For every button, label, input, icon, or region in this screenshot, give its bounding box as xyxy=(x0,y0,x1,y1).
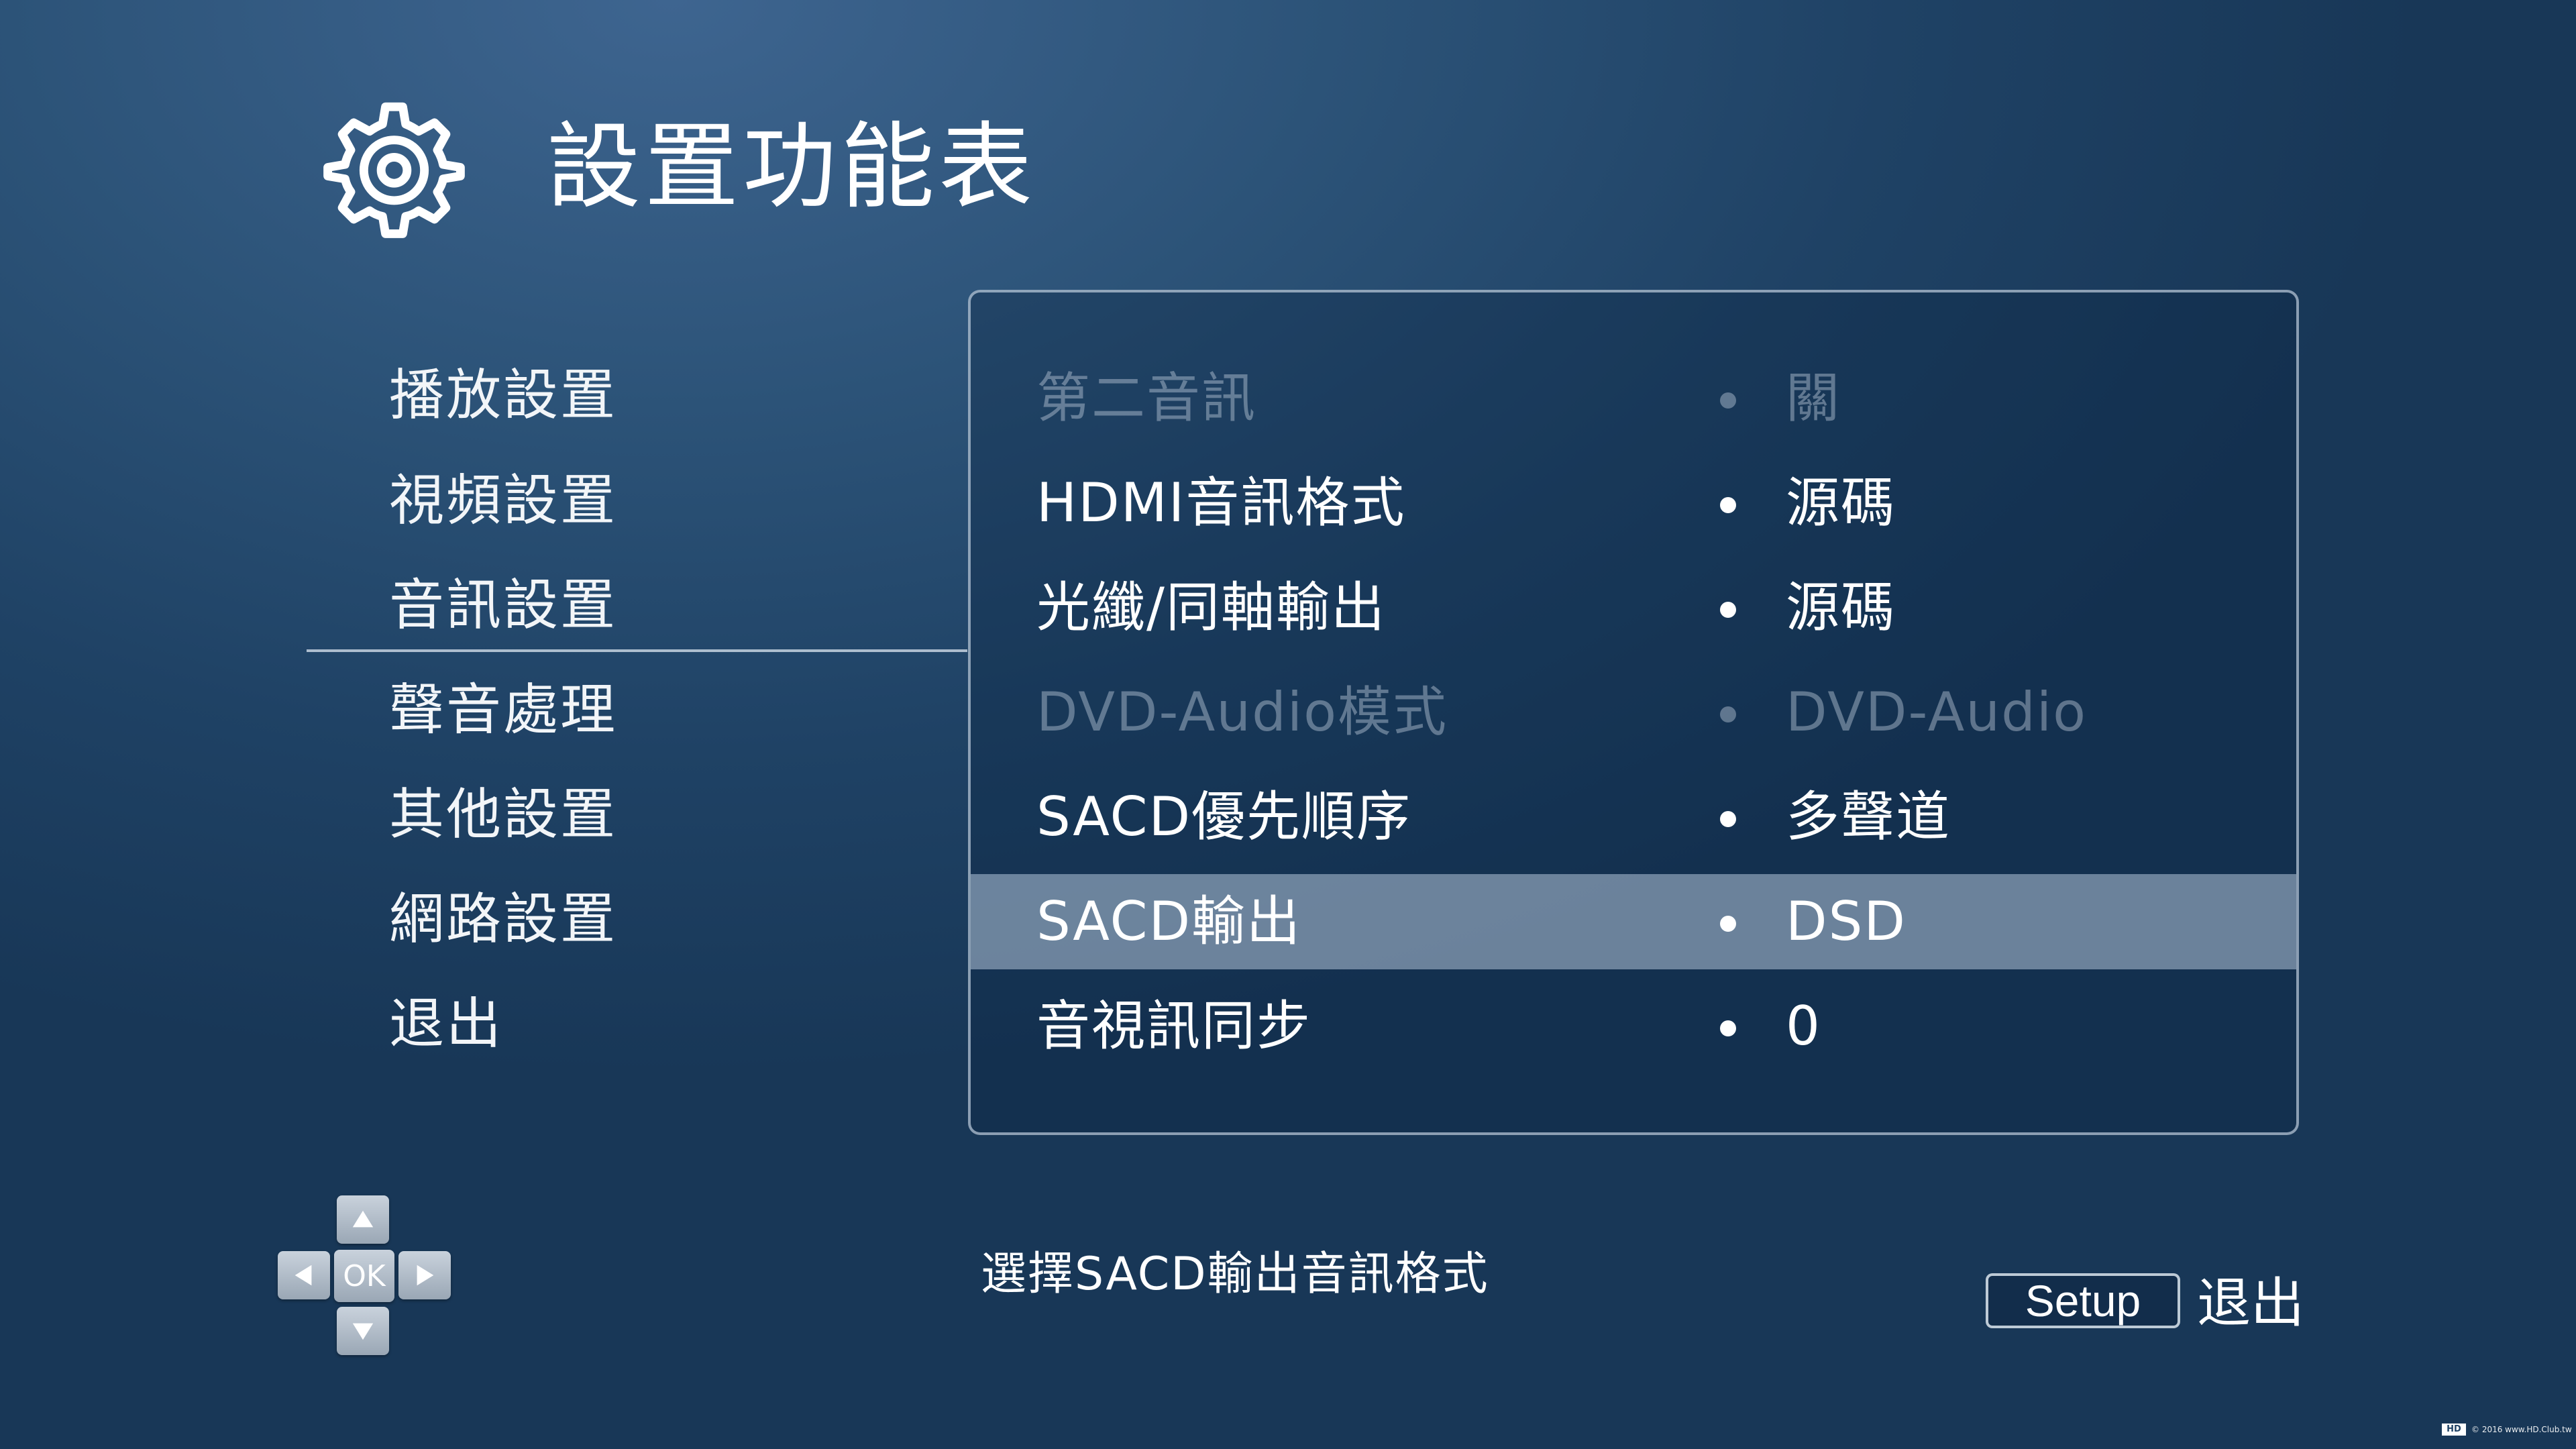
setting-row-sacd-priority[interactable]: SACD優先順序 多聲道 xyxy=(971,769,2296,865)
bullet-icon xyxy=(1720,497,1736,513)
setting-row-dvd-audio-mode[interactable]: DVD-Audio模式 DVD-Audio xyxy=(971,665,2296,760)
setting-label: 光纖/同軸輸出 xyxy=(1036,576,1386,639)
setting-value: 關 xyxy=(1786,367,1841,429)
watermark: HD © 2016 www.HD.Club.tw xyxy=(2442,1424,2572,1436)
menu-item-video[interactable]: 視頻設置 xyxy=(389,464,617,538)
dpad-ok-button[interactable]: OK xyxy=(334,1250,394,1302)
setting-row-hdmi-audio-format[interactable]: HDMI音訊格式 源碼 xyxy=(971,455,2296,551)
menu-item-audio[interactable]: 音訊設置 xyxy=(389,569,617,643)
page-title: 設置功能表 xyxy=(547,113,1037,222)
dpad-right-button[interactable] xyxy=(398,1251,451,1299)
navigation-dpad: OK xyxy=(275,1194,456,1358)
gear-icon xyxy=(323,102,465,238)
dpad-down-button[interactable] xyxy=(337,1307,389,1355)
setting-label: 音視訊同步 xyxy=(1036,995,1311,1057)
help-hint-text: 選擇SACD輸出音訊格式 xyxy=(981,1248,1489,1301)
setting-row-optical-coaxial-output[interactable]: 光纖/同軸輸出 源碼 xyxy=(971,560,2296,655)
setting-value: 多聲道 xyxy=(1786,786,1951,848)
audio-settings-panel: 第二音訊關 HDMI音訊格式 源碼 光纖/同軸輸出 源碼 DVD-Audio模式 DVD-A… xyxy=(968,290,2299,1135)
setting-label: HDMI音訊格式 xyxy=(1036,472,1406,534)
setting-label: SACD輸出 xyxy=(1036,890,1302,953)
arrow-down-icon xyxy=(352,1323,374,1340)
menu-item-exit[interactable]: 退出 xyxy=(389,987,503,1061)
menu-item-network[interactable]: 網路設置 xyxy=(389,883,617,957)
dpad-up-button[interactable] xyxy=(337,1195,389,1244)
watermark-text: © 2016 www.HD.Club.tw xyxy=(2471,1425,2572,1434)
setting-label: DVD-Audio模式 xyxy=(1036,681,1448,743)
arrow-up-icon xyxy=(352,1210,374,1228)
setup-key-button[interactable]: Setup xyxy=(1986,1273,2180,1328)
bullet-icon xyxy=(1720,1020,1736,1036)
setting-value: DVD-Audio xyxy=(1786,681,2088,743)
arrow-left-icon xyxy=(294,1265,312,1286)
setting-row-sacd-output[interactable]: SACD輸出 DSD xyxy=(971,874,2296,969)
exit-hint-label: 退出 xyxy=(2197,1272,2304,1334)
setting-row-av-sync[interactable]: 音視訊同步 0 xyxy=(971,979,2296,1074)
menu-item-other[interactable]: 其他設置 xyxy=(389,778,617,852)
menu-item-playback[interactable]: 播放設置 xyxy=(389,359,617,433)
watermark-logo: HD xyxy=(2442,1424,2466,1436)
setting-value: DSD xyxy=(1786,890,1907,953)
setting-label: SACD優先順序 xyxy=(1036,786,1412,848)
dpad-left-button[interactable] xyxy=(278,1251,330,1299)
active-menu-underline xyxy=(307,649,967,652)
setting-row-secondary-audio[interactable]: 第二音訊 關 xyxy=(971,351,2296,446)
bullet-icon xyxy=(1720,916,1736,932)
bullet-icon xyxy=(1720,392,1736,409)
setting-label: 第二音訊 xyxy=(1036,367,1256,429)
setting-value: 0 xyxy=(1786,995,1821,1057)
bullet-icon xyxy=(1720,706,1736,722)
setting-value: 源碼 xyxy=(1786,576,1896,639)
setting-value: 源碼 xyxy=(1786,472,1896,534)
arrow-right-icon xyxy=(417,1265,434,1286)
bullet-icon xyxy=(1720,811,1736,827)
menu-item-sound-processing[interactable]: 聲音處理 xyxy=(389,674,617,747)
bullet-icon xyxy=(1720,602,1736,618)
